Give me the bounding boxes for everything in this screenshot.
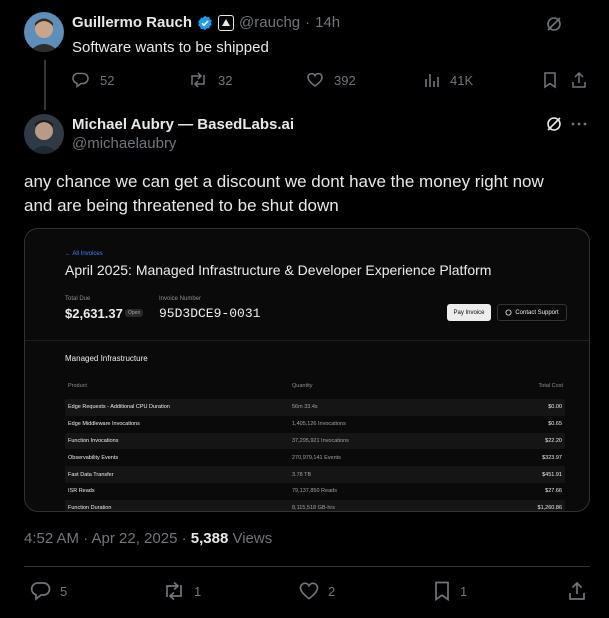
tweet-meta: 4:52 AM · Apr 22, 2025 · 5,388 Views <box>24 530 272 547</box>
row-total: $451.91 <box>542 471 562 478</box>
parent-author-name[interactable]: Guillermo Rauch <box>72 14 192 31</box>
repost-icon <box>162 580 186 602</box>
row-total: $22.20 <box>545 437 562 444</box>
row-quantity: 79,137,850 Reads <box>292 488 337 495</box>
parent-views-button[interactable]: 41K <box>424 71 473 89</box>
parent-avatar[interactable] <box>24 12 64 52</box>
contact-support-button: Contact Support <box>497 304 567 321</box>
reply-icon <box>30 580 52 602</box>
row-product: Function Invocations <box>68 437 119 444</box>
row-quantity: 3.78 TB <box>292 471 312 478</box>
row-total: $27.66 <box>545 488 562 495</box>
parent-time[interactable]: 14h <box>315 14 340 31</box>
repost-button[interactable]: 1 <box>162 580 201 602</box>
main-avatar[interactable] <box>24 114 64 154</box>
managed-infrastructure-heading: Managed Infrastructure <box>65 354 148 363</box>
more-options-icon[interactable] <box>570 115 588 133</box>
divider-top <box>24 566 590 567</box>
row-product: Edge Middleware Invocations <box>68 421 140 428</box>
parent-tweet-text: Software wants to be shipped <box>72 39 269 56</box>
parent-views-count: 41K <box>450 72 474 88</box>
verified-badge-icon <box>197 15 213 31</box>
support-icon <box>505 309 512 316</box>
share-button[interactable] <box>566 580 588 602</box>
bookmark-icon[interactable] <box>542 71 558 89</box>
row-product: Edge Requests - Additional CPU Duration <box>68 404 170 411</box>
parent-like-count: 392 <box>334 72 356 88</box>
reply-button[interactable]: 5 <box>30 580 67 602</box>
row-total: $0.00 <box>548 404 562 411</box>
row-quantity: 37,295,921 Invocations <box>292 437 349 444</box>
row-total: $0.65 <box>548 421 562 428</box>
repost-count: 1 <box>194 583 202 599</box>
views-label: Views <box>228 530 273 547</box>
invoice-number-value: 95D3DCE9-0031 <box>159 306 261 321</box>
table-row: Observability Events 270,979,141 Events … <box>65 449 565 466</box>
total-due-value: $2,631.37 <box>65 306 123 321</box>
reply-icon <box>72 71 90 89</box>
parent-reply-button[interactable]: 52 <box>72 71 114 89</box>
reply-count: 5 <box>60 583 68 599</box>
total-due-label: Total Due <box>65 296 91 302</box>
row-product: ISR Reads <box>68 488 95 495</box>
invoice-table: Edge Requests - Additional CPU Duration … <box>65 399 565 512</box>
row-product: Function Duration <box>68 505 112 512</box>
row-total: $1,260.86 <box>537 505 562 512</box>
all-invoices-link: ← All Invoices <box>65 251 103 257</box>
parent-repost-button[interactable]: 32 <box>188 71 232 89</box>
heart-icon <box>298 580 320 602</box>
row-product: Fast Data Transfer <box>68 471 114 478</box>
share-icon[interactable] <box>570 71 588 89</box>
repost-icon <box>188 71 208 89</box>
like-count: 2 <box>328 583 336 599</box>
col-quantity: Quantity <box>292 383 313 389</box>
table-row: Edge Middleware Invocations 1,405,126 In… <box>65 416 565 433</box>
row-total: $323.97 <box>542 454 562 461</box>
parent-like-button[interactable]: 392 <box>306 71 356 89</box>
dot-separator: · <box>305 14 311 31</box>
col-product: Product <box>68 383 87 389</box>
like-button[interactable]: 2 <box>298 580 335 602</box>
main-tweet-text: any chance we can get a discount we dont… <box>24 170 590 218</box>
contact-support-label: Contact Support <box>515 309 559 316</box>
table-row: Fast Data Transfer 3.78 TB $451.91 <box>65 466 565 483</box>
parent-reply-count: 52 <box>100 72 115 88</box>
row-quantity: 270,979,141 Events <box>292 454 341 461</box>
status-badge: Open <box>125 309 144 317</box>
main-handle[interactable]: @michaelaubry <box>72 135 176 152</box>
parent-grok-icon[interactable] <box>545 15 563 33</box>
invoice-divider <box>25 340 589 341</box>
parent-repost-count: 32 <box>218 72 233 88</box>
table-row: Function Duration 8,115,518 GB-hrs $1,26… <box>65 499 565 512</box>
heart-icon <box>306 71 324 89</box>
row-quantity: 56m 33.4s <box>292 404 318 411</box>
parent-header: Guillermo Rauch @rauchg · 14h <box>72 14 340 31</box>
invoice-title: April 2025: Managed Infrastructure & Dev… <box>65 262 492 278</box>
views-count: 5,388 <box>190 530 229 547</box>
invoice-number-label: Invoice Number <box>159 296 202 302</box>
col-total-cost: Total Cost <box>538 383 563 389</box>
main-tweet-line-2: and are being threatened to be shut down <box>24 196 339 215</box>
invoice-screenshot-image[interactable]: ← All Invoices April 2025: Managed Infra… <box>24 228 590 512</box>
row-product: Observability Events <box>68 454 119 461</box>
row-quantity: 1,405,126 Invocations <box>292 421 346 428</box>
views-icon <box>424 71 440 89</box>
share-icon <box>566 580 588 602</box>
tweet-timestamp[interactable]: 4:52 AM · Apr 22, 2025 · <box>24 530 191 547</box>
table-row: Edge Requests - Additional CPU Duration … <box>65 399 565 416</box>
main-author-name[interactable]: Michael Aubry — BasedLabs.ai <box>72 116 294 133</box>
bookmark-button[interactable]: 1 <box>432 580 467 602</box>
affiliate-logo-icon[interactable] <box>218 14 235 31</box>
table-row: ISR Reads 79,137,850 Reads $27.66 <box>65 483 565 500</box>
parent-handle[interactable]: @rauchg <box>239 14 300 31</box>
thread-line <box>44 60 46 110</box>
pay-invoice-button: Pay Invoice <box>447 304 491 321</box>
main-tweet-line-1: any chance we can get a discount we dont… <box>24 172 544 191</box>
main-grok-icon[interactable] <box>545 115 563 133</box>
table-row: Function Invocations 37,295,921 Invocati… <box>65 432 565 450</box>
bookmark-count: 1 <box>460 583 468 599</box>
bookmark-icon <box>432 580 452 602</box>
row-quantity: 8,115,518 GB-hrs <box>292 505 336 512</box>
